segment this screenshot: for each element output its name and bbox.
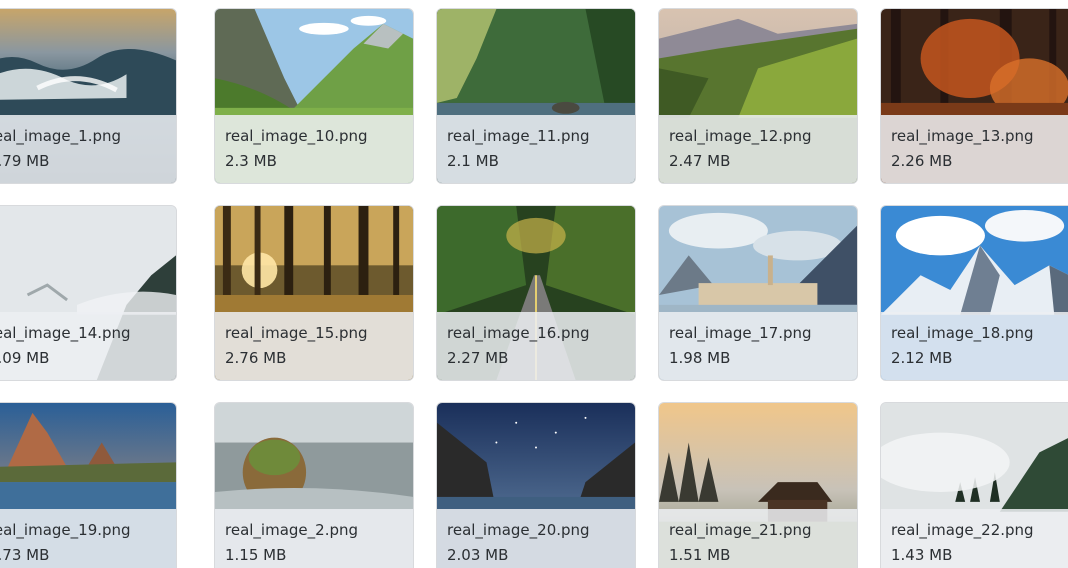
file-card[interactable]: real_image_1.png 1.79 MB <box>0 8 177 184</box>
file-meta: real_image_2.png 1.15 MB <box>215 509 413 568</box>
file-meta: real_image_1.png 1.79 MB <box>0 115 176 183</box>
file-size: 1.73 MB <box>0 546 50 564</box>
file-card[interactable]: real_image_2.png 1.15 MB <box>214 402 414 568</box>
file-card[interactable]: real_image_15.png 2.76 MB <box>214 205 414 381</box>
file-name: real_image_12.png <box>669 127 812 145</box>
file-meta: real_image_20.png 2.03 MB <box>437 509 635 568</box>
file-name: real_image_19.png <box>0 521 131 539</box>
file-size: 2.47 MB <box>669 152 731 170</box>
file-size: 2.1 MB <box>447 152 499 170</box>
file-name: real_image_22.png <box>891 521 1034 539</box>
file-card[interactable]: real_image_13.png 2.26 MB <box>880 8 1068 184</box>
file-size: 1.43 MB <box>891 546 953 564</box>
file-card[interactable]: real_image_11.png 2.1 MB <box>436 8 636 184</box>
file-name: real_image_14.png <box>0 324 131 342</box>
file-meta: real_image_14.png 1.09 MB <box>0 312 176 380</box>
file-name: real_image_2.png <box>225 521 359 539</box>
file-meta: real_image_10.png 2.3 MB <box>215 115 413 183</box>
file-card[interactable]: real_image_10.png 2.3 MB <box>214 8 414 184</box>
file-meta: real_image_19.png 1.73 MB <box>0 509 176 568</box>
file-name: real_image_21.png <box>669 521 812 539</box>
file-card[interactable]: real_image_21.png 1.51 MB <box>658 402 858 568</box>
file-card[interactable]: real_image_20.png 2.03 MB <box>436 402 636 568</box>
image-gallery-grid: real_image_1.png 1.79 MB real_image_10.png… <box>0 0 1068 568</box>
file-meta: real_image_16.png 2.27 MB <box>437 312 635 380</box>
file-name: real_image_17.png <box>669 324 812 342</box>
file-name: real_image_13.png <box>891 127 1034 145</box>
file-card[interactable]: real_image_14.png 1.09 MB <box>0 205 177 381</box>
file-size: 1.15 MB <box>225 546 287 564</box>
file-size: 2.03 MB <box>447 546 509 564</box>
file-card[interactable]: real_image_19.png 1.73 MB <box>0 402 177 568</box>
file-name: real_image_15.png <box>225 324 368 342</box>
file-meta: real_image_21.png 1.51 MB <box>659 509 857 568</box>
file-size: 2.27 MB <box>447 349 509 367</box>
file-name: real_image_16.png <box>447 324 590 342</box>
file-name: real_image_11.png <box>447 127 590 145</box>
file-meta: real_image_17.png 1.98 MB <box>659 312 857 380</box>
file-meta: real_image_18.png 2.12 MB <box>881 312 1068 380</box>
file-meta: real_image_22.png 1.43 MB <box>881 509 1068 568</box>
file-meta: real_image_15.png 2.76 MB <box>215 312 413 380</box>
file-card[interactable]: real_image_22.png 1.43 MB <box>880 402 1068 568</box>
file-size: 2.3 MB <box>225 152 277 170</box>
file-card[interactable]: real_image_12.png 2.47 MB <box>658 8 858 184</box>
file-name: real_image_20.png <box>447 521 590 539</box>
file-size: 1.51 MB <box>669 546 731 564</box>
file-meta: real_image_12.png 2.47 MB <box>659 115 857 183</box>
file-size: 1.98 MB <box>669 349 731 367</box>
file-meta: real_image_13.png 2.26 MB <box>881 115 1068 183</box>
file-size: 2.76 MB <box>225 349 287 367</box>
file-name: real_image_18.png <box>891 324 1034 342</box>
file-size: 1.79 MB <box>0 152 50 170</box>
file-card[interactable]: real_image_17.png 1.98 MB <box>658 205 858 381</box>
file-size: 2.12 MB <box>891 349 953 367</box>
file-name: real_image_10.png <box>225 127 368 145</box>
file-size: 2.26 MB <box>891 152 953 170</box>
file-name: real_image_1.png <box>0 127 122 145</box>
file-card[interactable]: real_image_18.png 2.12 MB <box>880 205 1068 381</box>
file-card[interactable]: real_image_16.png 2.27 MB <box>436 205 636 381</box>
file-meta: real_image_11.png 2.1 MB <box>437 115 635 183</box>
file-size: 1.09 MB <box>0 349 50 367</box>
